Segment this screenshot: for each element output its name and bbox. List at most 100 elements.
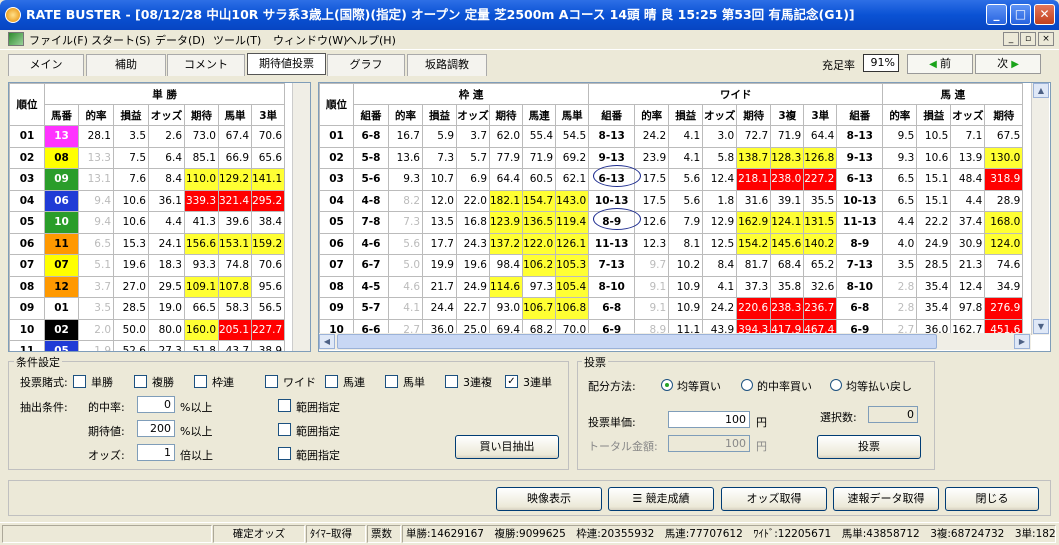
tab-hanro[interactable]: 坂路調教 (407, 54, 487, 76)
table-row[interactable]: 11 05 1.9 52.6 27.3 51.8 43.7 38.9 (9, 340, 286, 351)
table-row[interactable]: 03 09 13.1 7.6 8.4 110.0 129.2 141.1 (9, 168, 286, 191)
table-row[interactable]: 01 13 28.1 3.5 2.6 73.0 67.4 70.6 (9, 125, 286, 148)
menu-file[interactable]: ファイル(F) (29, 32, 88, 48)
tab-comment[interactable]: コメント (167, 54, 245, 76)
range-odds-checkbox[interactable] (278, 447, 291, 460)
table-row[interactable]: 03 5-6 9.3 10.7 6.9 64.4 60.5 62.1 6-13 17.5 5.6 12… (319, 168, 1024, 191)
method-payout-radio[interactable] (830, 379, 842, 391)
profit-cell: 7.5 (113, 146, 149, 169)
table-row[interactable]: 08 12 3.7 27.0 29.5 109.1 107.8 95.6 (9, 275, 286, 298)
wakuren-value-cell: 106.7 (522, 297, 557, 320)
menu-tool[interactable]: ツール(T) (213, 32, 261, 48)
wakuren-value-cell: 6.9 (456, 168, 490, 191)
menu-data[interactable]: データ(D) (155, 32, 205, 48)
prev-button[interactable]: ◀ 前 (907, 54, 973, 74)
bet-type-checkbox[interactable] (385, 375, 398, 388)
maximize-button[interactable]: □ (1010, 4, 1031, 25)
hit-rate-input[interactable]: 0 (137, 396, 175, 413)
multi-col-header: 組番 (353, 104, 389, 126)
table-row[interactable]: 06 11 6.5 15.3 24.1 156.6 153.1 159.2 (9, 232, 286, 255)
wakuren-value-cell: 55.4 (522, 125, 557, 148)
method-hitrate-radio[interactable] (741, 379, 753, 391)
table-row[interactable]: 05 7-8 7.3 13.5 16.8 123.9 136.5 119.4 8-9 12.6 7.… (319, 211, 1024, 234)
table-row[interactable]: 09 01 3.5 28.5 19.0 66.5 58.3 56.5 (9, 297, 286, 320)
video-button[interactable]: 映像表示 (496, 487, 602, 511)
table-row[interactable]: 07 07 5.1 19.6 18.3 93.3 74.8 70.6 (9, 254, 286, 277)
scroll-right-icon[interactable]: ▶ (1014, 334, 1030, 349)
multi-hscrollbar[interactable]: ◀ ▶ (319, 333, 1031, 350)
multi-vscrollbar[interactable]: ▲ ▼ (1031, 83, 1049, 335)
close-window-button[interactable]: ✕ (1034, 4, 1055, 25)
title-bar[interactable]: RATE BUSTER - [08/12/28 中山10R サラ系3歳上(国際)… (0, 0, 1059, 30)
multi-col-header: 期待 (488, 104, 524, 126)
app-icon (5, 7, 21, 23)
tab-graph[interactable]: グラフ (327, 54, 405, 76)
hscroll-thumb[interactable] (337, 334, 937, 349)
wide-value-cell: 32.6 (803, 275, 838, 298)
vote-button[interactable]: 投票 (817, 435, 921, 459)
bet-type-checkbox[interactable] (325, 375, 338, 388)
menu-window[interactable]: ウィンドウ(W) (273, 32, 347, 48)
expectation-input[interactable]: 200 (137, 420, 175, 437)
table-row[interactable]: 07 6-7 5.0 19.9 19.6 98.4 106.2 105.3 7-13 9.7 10.… (319, 254, 1024, 277)
table-row[interactable]: 04 06 9.4 10.6 36.1 339.3 321.4 295.2 (9, 189, 286, 212)
wide-value-cell: 238.3 (770, 297, 805, 320)
bet-type-checkbox[interactable] (73, 375, 86, 388)
method-equal-radio[interactable] (661, 379, 673, 391)
bet-type-checkbox[interactable] (445, 375, 458, 388)
scroll-down-icon[interactable]: ▼ (1033, 319, 1049, 334)
bet-type-label: 複勝 (152, 376, 174, 389)
tansho-scrollbar[interactable] (292, 83, 310, 351)
tab-main[interactable]: メイン (8, 54, 84, 76)
multi-col-header: 馬単 (555, 104, 590, 126)
table-row[interactable]: 02 5-8 13.6 7.3 5.7 77.9 71.9 69.2 9-13 23.9 4.1 5.… (319, 146, 1024, 169)
wide-value-cell: 10.2 (668, 254, 704, 277)
close-button[interactable]: 閉じる (945, 487, 1039, 511)
scroll-left-icon[interactable]: ◀ (319, 334, 335, 349)
conditions-title: 条件設定 (14, 354, 62, 370)
umaren-value-cell: 130.0 (984, 146, 1024, 169)
umaren-combo-cell: 11-13 (836, 211, 884, 234)
realtime-data-button[interactable]: 速報データ取得 (833, 487, 939, 511)
table-row[interactable]: 04 4-8 8.2 12.0 22.0 182.1 154.7 143.0 10-13 17.5… (319, 189, 1024, 212)
bet-group-header: ワイド (588, 83, 884, 105)
extract-button[interactable]: 買い目抽出 (455, 435, 559, 459)
bet-type-checkbox[interactable]: ✓ (505, 375, 518, 388)
menu-help[interactable]: ヘルプ(H) (346, 32, 396, 48)
table-row[interactable]: 09 5-7 4.1 24.4 22.7 93.0 106.7 106.8 6-8 9.1 10.9… (319, 297, 1024, 320)
bet-type-checkbox[interactable] (265, 375, 278, 388)
table-row[interactable]: 05 10 9.4 10.6 4.4 41.3 39.6 38.4 (9, 211, 286, 234)
minimize-button[interactable]: _ (986, 4, 1007, 25)
tab-hojo[interactable]: 補助 (86, 54, 166, 76)
range-hit-checkbox[interactable] (278, 399, 291, 412)
wide-value-cell: 12.9 (702, 211, 738, 234)
umaren-value-cell: 9.5 (882, 125, 918, 148)
tab-kitaichi[interactable]: 期待値投票 (247, 53, 326, 75)
table-row[interactable]: 01 6-8 16.7 5.9 3.7 62.0 55.4 54.5 8-13 24.2 4.1 3.… (319, 125, 1024, 148)
unit-price-input[interactable]: 100 (668, 411, 750, 428)
table-row[interactable]: 10 02 2.0 50.0 80.0 160.0 205.1 227.7 (9, 318, 286, 341)
mdi-close-button[interactable]: × (1038, 32, 1054, 46)
wakuren-value-cell: 22.7 (456, 297, 490, 320)
wakuren-value-cell: 5.9 (422, 125, 457, 148)
table-row[interactable]: 02 08 13.3 7.5 6.4 85.1 66.9 65.6 (9, 146, 286, 169)
odds-input[interactable]: 1 (137, 444, 175, 461)
range-exp-checkbox[interactable] (278, 423, 291, 436)
prev-label: 前 (939, 57, 951, 70)
table-row[interactable]: 08 4-5 4.6 21.7 24.9 114.6 97.3 105.4 8-10 9.1 10.… (319, 275, 1024, 298)
bet-type-checkbox[interactable] (194, 375, 207, 388)
next-button[interactable]: 次 ▶ (975, 54, 1041, 74)
table-row[interactable]: 06 4-6 5.6 17.7 24.3 137.2 122.0 126.1 11-13 12.3… (319, 232, 1024, 255)
mdi-restore-button[interactable]: ▫ (1020, 32, 1036, 46)
menu-start[interactable]: スタート(S) (91, 32, 151, 48)
wakuren-value-cell: 71.9 (522, 146, 557, 169)
umaren-value-cell: 35.4 (916, 275, 952, 298)
race-result-button[interactable]: ☰ 競走成績 (608, 487, 714, 511)
expectation-cell: 41.3 (184, 211, 219, 234)
mdi-minimize-button[interactable]: _ (1003, 32, 1019, 46)
scroll-up-icon[interactable]: ▲ (1033, 83, 1049, 98)
odds-fetch-button[interactable]: オッズ取得 (721, 487, 827, 511)
bet-type-checkbox[interactable] (134, 375, 147, 388)
horse-number-cell: 10 (44, 211, 79, 234)
umaren-value-cell: 21.3 (950, 254, 986, 277)
